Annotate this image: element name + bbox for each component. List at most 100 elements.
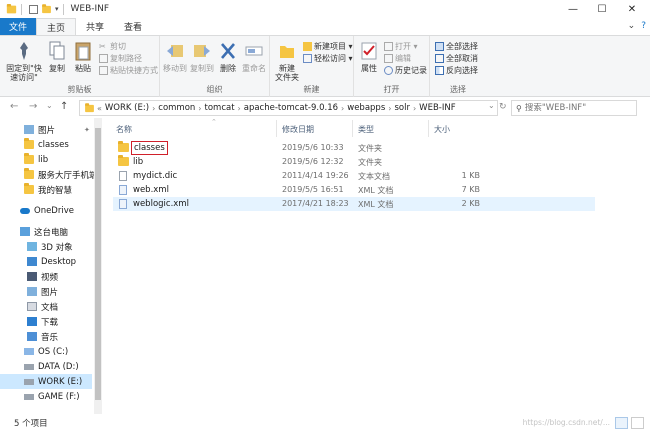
column-header-name[interactable]: 名称 bbox=[116, 124, 132, 135]
sidebar-item-this-pc[interactable]: 这台电脑 bbox=[0, 224, 92, 239]
clipboard-group: 固定到"快速访问" 复制 粘贴 ✂ 剪切 复制路径 粘贴快捷方式 剪贴板 bbox=[0, 36, 160, 97]
sidebar-item-pictures[interactable]: 图片 ✦ bbox=[0, 122, 92, 137]
pictures-icon bbox=[24, 125, 34, 134]
delete-button[interactable]: 删除 bbox=[216, 40, 240, 73]
breadcrumb-item-current[interactable]: WEB-INF bbox=[419, 103, 455, 113]
easy-access-icon bbox=[303, 54, 312, 63]
address-dropdown-button[interactable]: ⌄ bbox=[488, 101, 495, 110]
breadcrumb-item[interactable]: common bbox=[158, 103, 195, 113]
details-view-button[interactable] bbox=[615, 417, 628, 429]
edit-button[interactable]: 编辑 bbox=[384, 53, 411, 64]
copy-button[interactable]: 复制 bbox=[44, 40, 70, 73]
open-button[interactable]: 打开 ▾ bbox=[384, 41, 418, 52]
sidebar-item-3d-objects[interactable]: 3D 对象 bbox=[0, 239, 92, 254]
sidebar-item-videos[interactable]: 视频 bbox=[0, 269, 92, 284]
tab-home[interactable]: 主页 bbox=[36, 18, 77, 35]
move-to-button[interactable]: 移动到 bbox=[162, 40, 188, 73]
large-icons-view-button[interactable] bbox=[631, 417, 644, 429]
divider bbox=[21, 3, 22, 15]
copy-to-button[interactable]: 复制到 bbox=[189, 40, 215, 73]
file-type: XML 文档 bbox=[358, 200, 394, 209]
up-button[interactable]: ↑ bbox=[60, 101, 68, 112]
copy-path-button[interactable]: 复制路径 bbox=[99, 53, 142, 64]
column-divider[interactable] bbox=[428, 120, 429, 137]
tab-view[interactable]: 查看 bbox=[114, 18, 152, 35]
invert-selection-button[interactable]: 反向选择 bbox=[435, 65, 478, 76]
pin-icon[interactable]: ✦ bbox=[84, 126, 90, 134]
column-header-size[interactable]: 大小 bbox=[434, 124, 450, 135]
address-bar[interactable]: « WORK (E:) › common › tomcat › apache-t… bbox=[79, 100, 498, 116]
table-row[interactable]: classes 2019/5/6 10:33 文件夹 bbox=[113, 141, 595, 155]
new-item-button[interactable]: 新建项目 ▾ bbox=[303, 41, 353, 52]
xml-file-icon bbox=[119, 199, 127, 209]
ribbon: 固定到"快速访问" 复制 粘贴 ✂ 剪切 复制路径 粘贴快捷方式 剪贴板 移动到… bbox=[0, 35, 650, 97]
breadcrumb-item[interactable]: solr bbox=[394, 103, 410, 113]
music-icon bbox=[27, 332, 37, 341]
new-folder-button[interactable]: 新建 文件夹 bbox=[273, 40, 301, 82]
ribbon-tabs: 文件 主页 共享 查看 bbox=[0, 18, 650, 35]
maximize-button[interactable]: ☐ bbox=[587, 0, 617, 18]
column-divider[interactable] bbox=[276, 120, 277, 137]
chevron-down-icon[interactable]: ⌄ bbox=[628, 21, 636, 31]
table-row[interactable]: web.xml 2019/5/5 16:51 XML 文档 7 KB bbox=[113, 183, 595, 197]
paste-button[interactable]: 粘贴 bbox=[70, 40, 96, 73]
help-icon[interactable]: ? bbox=[641, 21, 646, 31]
file-name-box: weblogic.xml bbox=[131, 197, 191, 211]
navigation-bar: ← → ⌄ ↑ « WORK (E:) › common › tomcat › … bbox=[0, 98, 650, 118]
refresh-button[interactable]: ↻ bbox=[499, 102, 507, 112]
sidebar-item-drive-e[interactable]: WORK (E:) bbox=[0, 374, 92, 389]
pin-quick-access-button[interactable]: 固定到"快速访问" bbox=[4, 40, 44, 82]
sidebar-item-drive-d[interactable]: DATA (D:) bbox=[0, 359, 92, 374]
sidebar-item-drive-c[interactable]: OS (C:) bbox=[0, 344, 92, 359]
recent-locations-button[interactable]: ⌄ bbox=[46, 101, 53, 110]
search-input[interactable] bbox=[524, 103, 625, 113]
select-none-button[interactable]: 全部取消 bbox=[435, 53, 478, 64]
breadcrumb-item[interactable]: webapps bbox=[347, 103, 385, 113]
back-button[interactable]: ← bbox=[10, 101, 18, 112]
breadcrumb-overflow[interactable]: « bbox=[97, 104, 102, 113]
table-row[interactable]: mydict.dic 2011/4/14 19:26 文本文档 1 KB bbox=[113, 169, 595, 183]
file-name: lib bbox=[133, 157, 144, 167]
sidebar-item-documents[interactable]: 文档 bbox=[0, 299, 92, 314]
customize-quick-access-icon[interactable]: ▾ bbox=[55, 5, 59, 13]
new-folder-quick-icon[interactable] bbox=[42, 3, 51, 13]
column-divider[interactable] bbox=[352, 120, 353, 137]
status-bar: 5 个项目 https://blog.csdn.net/... bbox=[0, 414, 650, 432]
select-all-button[interactable]: 全部选择 bbox=[435, 41, 478, 52]
history-button[interactable]: 历史记录 bbox=[384, 65, 427, 76]
sidebar-item-mobile-service[interactable]: 服务大厅手机端 bbox=[0, 167, 98, 182]
close-button[interactable]: ✕ bbox=[617, 0, 647, 18]
column-header-type[interactable]: 类型 bbox=[358, 124, 374, 135]
new-folder-icon bbox=[277, 40, 297, 62]
table-row[interactable]: weblogic.xml 2017/4/21 18:23 XML 文档 2 KB bbox=[113, 197, 595, 211]
chevron-right-icon: › bbox=[412, 103, 417, 113]
breadcrumb-item[interactable]: apache-tomcat-9.0.16 bbox=[244, 103, 338, 113]
navigation-scrollbar-thumb[interactable] bbox=[95, 128, 101, 400]
properties-button[interactable]: 属性 bbox=[357, 40, 381, 73]
breadcrumb-item[interactable]: tomcat bbox=[205, 103, 235, 113]
sidebar-item-music[interactable]: 音乐 bbox=[0, 329, 92, 344]
sidebar-item-lib[interactable]: lib bbox=[0, 152, 92, 167]
forward-button[interactable]: → bbox=[29, 101, 37, 112]
tab-file[interactable]: 文件 bbox=[0, 18, 36, 35]
table-row[interactable]: lib 2019/5/6 12:32 文件夹 bbox=[113, 155, 595, 169]
minimize-button[interactable]: — bbox=[558, 0, 588, 18]
tab-share[interactable]: 共享 bbox=[76, 18, 114, 35]
properties-quick-icon[interactable] bbox=[29, 4, 38, 14]
sidebar-item-onedrive[interactable]: OneDrive bbox=[0, 203, 92, 218]
sidebar-item-downloads[interactable]: 下载 bbox=[0, 314, 92, 329]
chevron-right-icon: › bbox=[152, 103, 156, 113]
sidebar-item-classes[interactable]: classes bbox=[0, 137, 92, 152]
sidebar-item-drive-f[interactable]: GAME (F:) bbox=[0, 389, 92, 404]
cut-button[interactable]: ✂ 剪切 bbox=[99, 41, 126, 52]
easy-access-button[interactable]: 轻松访问 ▾ bbox=[303, 53, 353, 64]
rename-button[interactable]: 重命名 bbox=[240, 40, 268, 73]
paste-shortcut-button[interactable]: 粘贴快捷方式 bbox=[99, 65, 158, 76]
sidebar-item-my-wisdom[interactable]: 我的智慧 bbox=[0, 182, 92, 197]
chevron-right-icon: › bbox=[198, 103, 202, 113]
sidebar-item-pictures-pc[interactable]: 图片 bbox=[0, 284, 92, 299]
column-header-date[interactable]: 修改日期 bbox=[282, 124, 314, 135]
computer-icon bbox=[20, 227, 30, 236]
breadcrumb-item[interactable]: WORK (E:) bbox=[105, 103, 149, 113]
sidebar-item-desktop[interactable]: Desktop bbox=[0, 254, 92, 269]
